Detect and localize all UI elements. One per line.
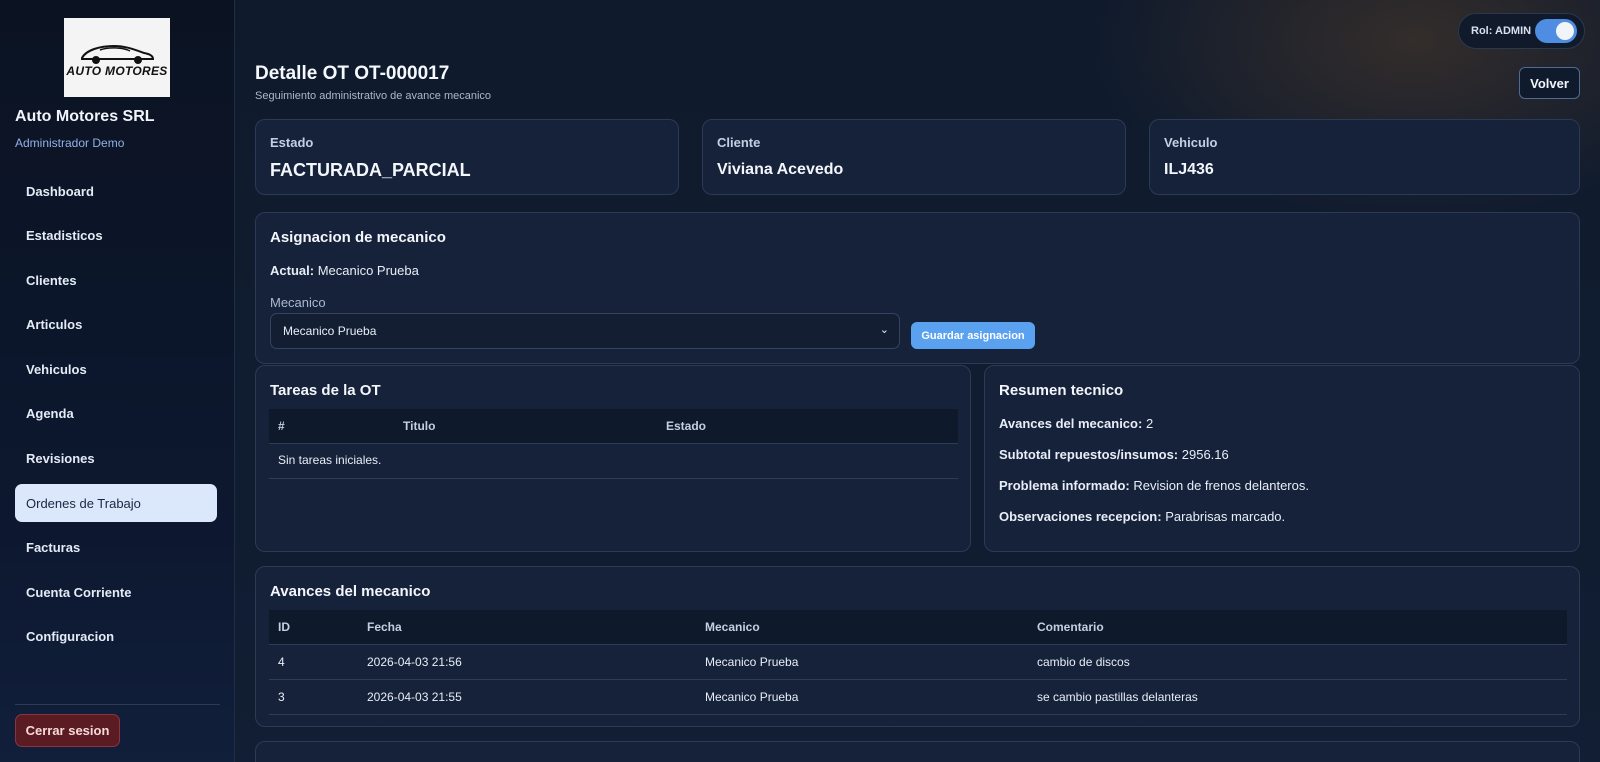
estado-card: Estado FACTURADA_PARCIAL (255, 119, 679, 195)
row-comentario: se cambio pastillas delanteras (1037, 690, 1198, 704)
subtotal-value: 2956.16 (1181, 447, 1229, 462)
col-number: # (278, 419, 285, 433)
page-title: Detalle OT OT-000017 (255, 63, 450, 84)
page-subtitle: Seguimiento administrativo de avance mec… (255, 90, 492, 102)
subtotal: Subtotal repuestos/insumos: 2956.16 (999, 447, 1229, 462)
cliente-card: Cliente Viviana Acevedo (702, 119, 1126, 195)
cliente-label: Cliente (717, 135, 761, 150)
sidebar-item-cuenta-corriente[interactable]: Cuenta Corriente (15, 573, 217, 611)
assignment-card: Asignacion de mecanico Actual: Mecanico … (255, 212, 1580, 364)
assignment-title: Asignacion de mecanico (270, 229, 446, 246)
tech-summary-card: Resumen tecnico Avances del mecanico: 2 … (984, 365, 1580, 552)
tasks-empty-message: Sin tareas iniciales. (278, 453, 382, 467)
row-fecha: 2026-04-03 21:56 (367, 655, 462, 669)
tasks-table-header: # Titulo Estado (269, 409, 958, 443)
col-id: ID (278, 620, 290, 634)
avances-value: 2 (1145, 416, 1154, 431)
sidebar: AUTO MOTORES Auto Motores SRL Administra… (0, 0, 235, 762)
role-toggle[interactable]: Rol: ADMIN (1458, 13, 1585, 49)
sidebar-item-agenda[interactable]: Agenda (15, 395, 217, 433)
row-mecanico: Mecanico Prueba (705, 690, 799, 704)
col-fecha: Fecha (367, 620, 402, 634)
role-label: Rol: ADMIN (1471, 25, 1532, 37)
tech-summary-title: Resumen tecnico (999, 382, 1124, 399)
progress-table-header: ID Fecha Mecanico Comentario (269, 610, 1567, 644)
sidebar-item-estadisticos[interactable]: Estadisticos (15, 217, 217, 255)
user-role: Administrador Demo (15, 136, 125, 150)
sidebar-item-vehiculos[interactable]: Vehiculos (15, 350, 217, 388)
chevron-down-icon: ⌄ (879, 324, 889, 336)
car-logo-icon (81, 44, 155, 64)
logout-button[interactable]: Cerrar sesion (15, 714, 120, 747)
problema: Problema informado: Revision de frenos d… (999, 478, 1309, 493)
row-id: 3 (278, 690, 285, 704)
row-divider (269, 644, 1567, 645)
row-mecanico: Mecanico Prueba (705, 655, 799, 669)
avances-count: Avances del mecanico: 2 (999, 416, 1153, 431)
logo-wordmark: AUTO MOTORES (66, 63, 168, 78)
row-fecha: 2026-04-03 21:55 (367, 690, 462, 704)
tasks-card: Tareas de la OT # Titulo Estado Sin tare… (255, 365, 971, 552)
save-assignment-button[interactable]: Guardar asignacion (911, 322, 1035, 349)
tasks-title: Tareas de la OT (270, 382, 381, 399)
row-divider (269, 478, 958, 479)
estado-label: Estado (270, 135, 314, 150)
sidebar-item-ordenes-de-trabajo[interactable]: Ordenes de Trabajo (15, 484, 217, 523)
company-name: Auto Motores SRL (15, 108, 155, 125)
sidebar-item-dashboard[interactable]: Dashboard (15, 172, 217, 210)
row-id: 4 (278, 655, 285, 669)
row-divider (269, 443, 958, 444)
col-estado: Estado (666, 419, 707, 433)
subtotal-label: Subtotal repuestos/insumos: (999, 447, 1179, 462)
mechanic-select-value: Mecanico Prueba (283, 324, 377, 338)
cliente-value: Viviana Acevedo (717, 161, 844, 178)
mechanic-field-label: Mecanico (270, 295, 326, 310)
avances-label: Avances del mecanico: (999, 416, 1143, 431)
current-mechanic-value: Mecanico Prueba (317, 263, 419, 278)
current-mechanic: Actual: Mecanico Prueba (270, 263, 419, 278)
sidebar-divider (15, 704, 220, 705)
observaciones-label: Observaciones recepcion: (999, 509, 1162, 524)
observaciones: Observaciones recepcion: Parabrisas marc… (999, 509, 1285, 524)
vehiculo-card: Vehiculo ILJ436 (1149, 119, 1580, 195)
next-section-card (255, 741, 1580, 762)
sidebar-item-revisiones[interactable]: Revisiones (15, 440, 217, 478)
sidebar-item-clientes[interactable]: Clientes (15, 261, 217, 299)
row-divider (269, 679, 1567, 680)
switch-knob (1556, 22, 1574, 40)
col-titulo: Titulo (403, 419, 436, 433)
estado-value: FACTURADA_PARCIAL (270, 160, 471, 180)
progress-card: Avances del mecanico ID Fecha Mecanico C… (255, 566, 1580, 727)
sidebar-item-articulos[interactable]: Articulos (15, 306, 217, 344)
problema-label: Problema informado: (999, 478, 1130, 493)
progress-title: Avances del mecanico (270, 583, 431, 600)
row-comentario: cambio de discos (1037, 655, 1130, 669)
role-switch[interactable] (1535, 19, 1577, 43)
company-logo: AUTO MOTORES (64, 18, 170, 97)
main-content: Rol: ADMIN Detalle OT OT-000017 Seguimie… (235, 0, 1600, 762)
vehiculo-value: ILJ436 (1164, 161, 1214, 178)
sidebar-nav: Dashboard Estadisticos Clientes Articulo… (15, 172, 217, 663)
sidebar-item-facturas[interactable]: Facturas (15, 529, 217, 567)
current-mechanic-label: Actual: (270, 263, 315, 278)
vehiculo-label: Vehiculo (1164, 135, 1218, 150)
mechanic-select[interactable]: Mecanico Prueba ⌄ (270, 313, 900, 349)
col-mecanico: Mecanico (705, 620, 760, 634)
back-button[interactable]: Volver (1519, 67, 1580, 99)
sidebar-item-configuracion[interactable]: Configuracion (15, 618, 217, 656)
col-comentario: Comentario (1037, 620, 1104, 634)
observaciones-value: Parabrisas marcado. (1165, 509, 1286, 524)
row-divider (269, 714, 1567, 715)
problema-value: Revision de frenos delanteros. (1133, 478, 1309, 493)
